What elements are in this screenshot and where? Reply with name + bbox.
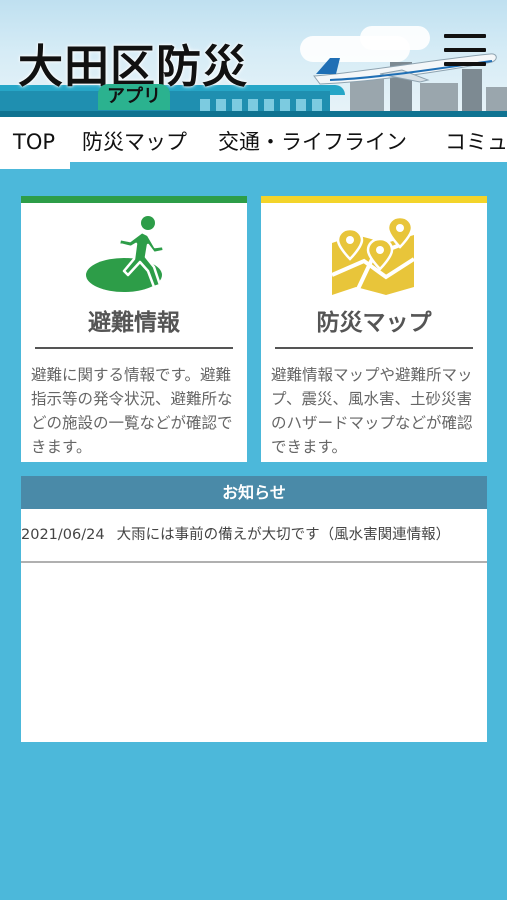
disaster-map-card-description: 避難情報マップや避難所マップ、震災、風水害、土砂災害のハザードマップなどが確認で… xyxy=(271,366,473,456)
evacuation-runner-icon xyxy=(86,216,166,292)
notice-date: 2021/06/24 xyxy=(21,527,105,543)
evacuation-card-description: 避難に関する情報です。避難指示等の発令状況、避難所などの施設の一覧などが確認でき… xyxy=(31,366,233,456)
disaster-map-card[interactable]: 防災マップ 避難情報マップや避難所マップ、震災、風水害、土砂災害のハザードマップ… xyxy=(261,196,487,462)
map-pins-icon xyxy=(331,215,416,295)
notice-heading: お知らせ xyxy=(21,476,487,509)
notice-text: 大雨には事前の備えが大切です（風水害関連情報） xyxy=(116,527,451,543)
tab-traffic-lifeline[interactable]: 交通・ライフライン xyxy=(218,117,407,167)
evacuation-info-card[interactable]: 避難情報 避難に関する情報です。避難指示等の発令状況、避難所などの施設の一覧など… xyxy=(21,196,247,462)
disaster-map-card-title: 防災マップ xyxy=(316,310,432,336)
divider xyxy=(275,347,473,349)
divider xyxy=(35,347,233,349)
tab-top[interactable]: TOP xyxy=(13,117,55,167)
tab-disaster-map[interactable]: 防災マップ xyxy=(82,117,187,167)
header-banner: 大田区防災 アプリ xyxy=(0,0,507,117)
app-badge: アプリ xyxy=(98,84,170,110)
tab-divider xyxy=(70,162,507,169)
notice-item[interactable]: 2021/06/24 大雨には事前の備えが大切です（風水害関連情報） xyxy=(21,509,487,563)
notice-panel: お知らせ 2021/06/24 大雨には事前の備えが大切です（風水害関連情報） xyxy=(21,476,487,742)
hamburger-menu-icon[interactable] xyxy=(442,32,488,68)
tab-community[interactable]: コミュ xyxy=(445,117,507,167)
evacuation-card-title: 避難情報 xyxy=(88,310,180,336)
